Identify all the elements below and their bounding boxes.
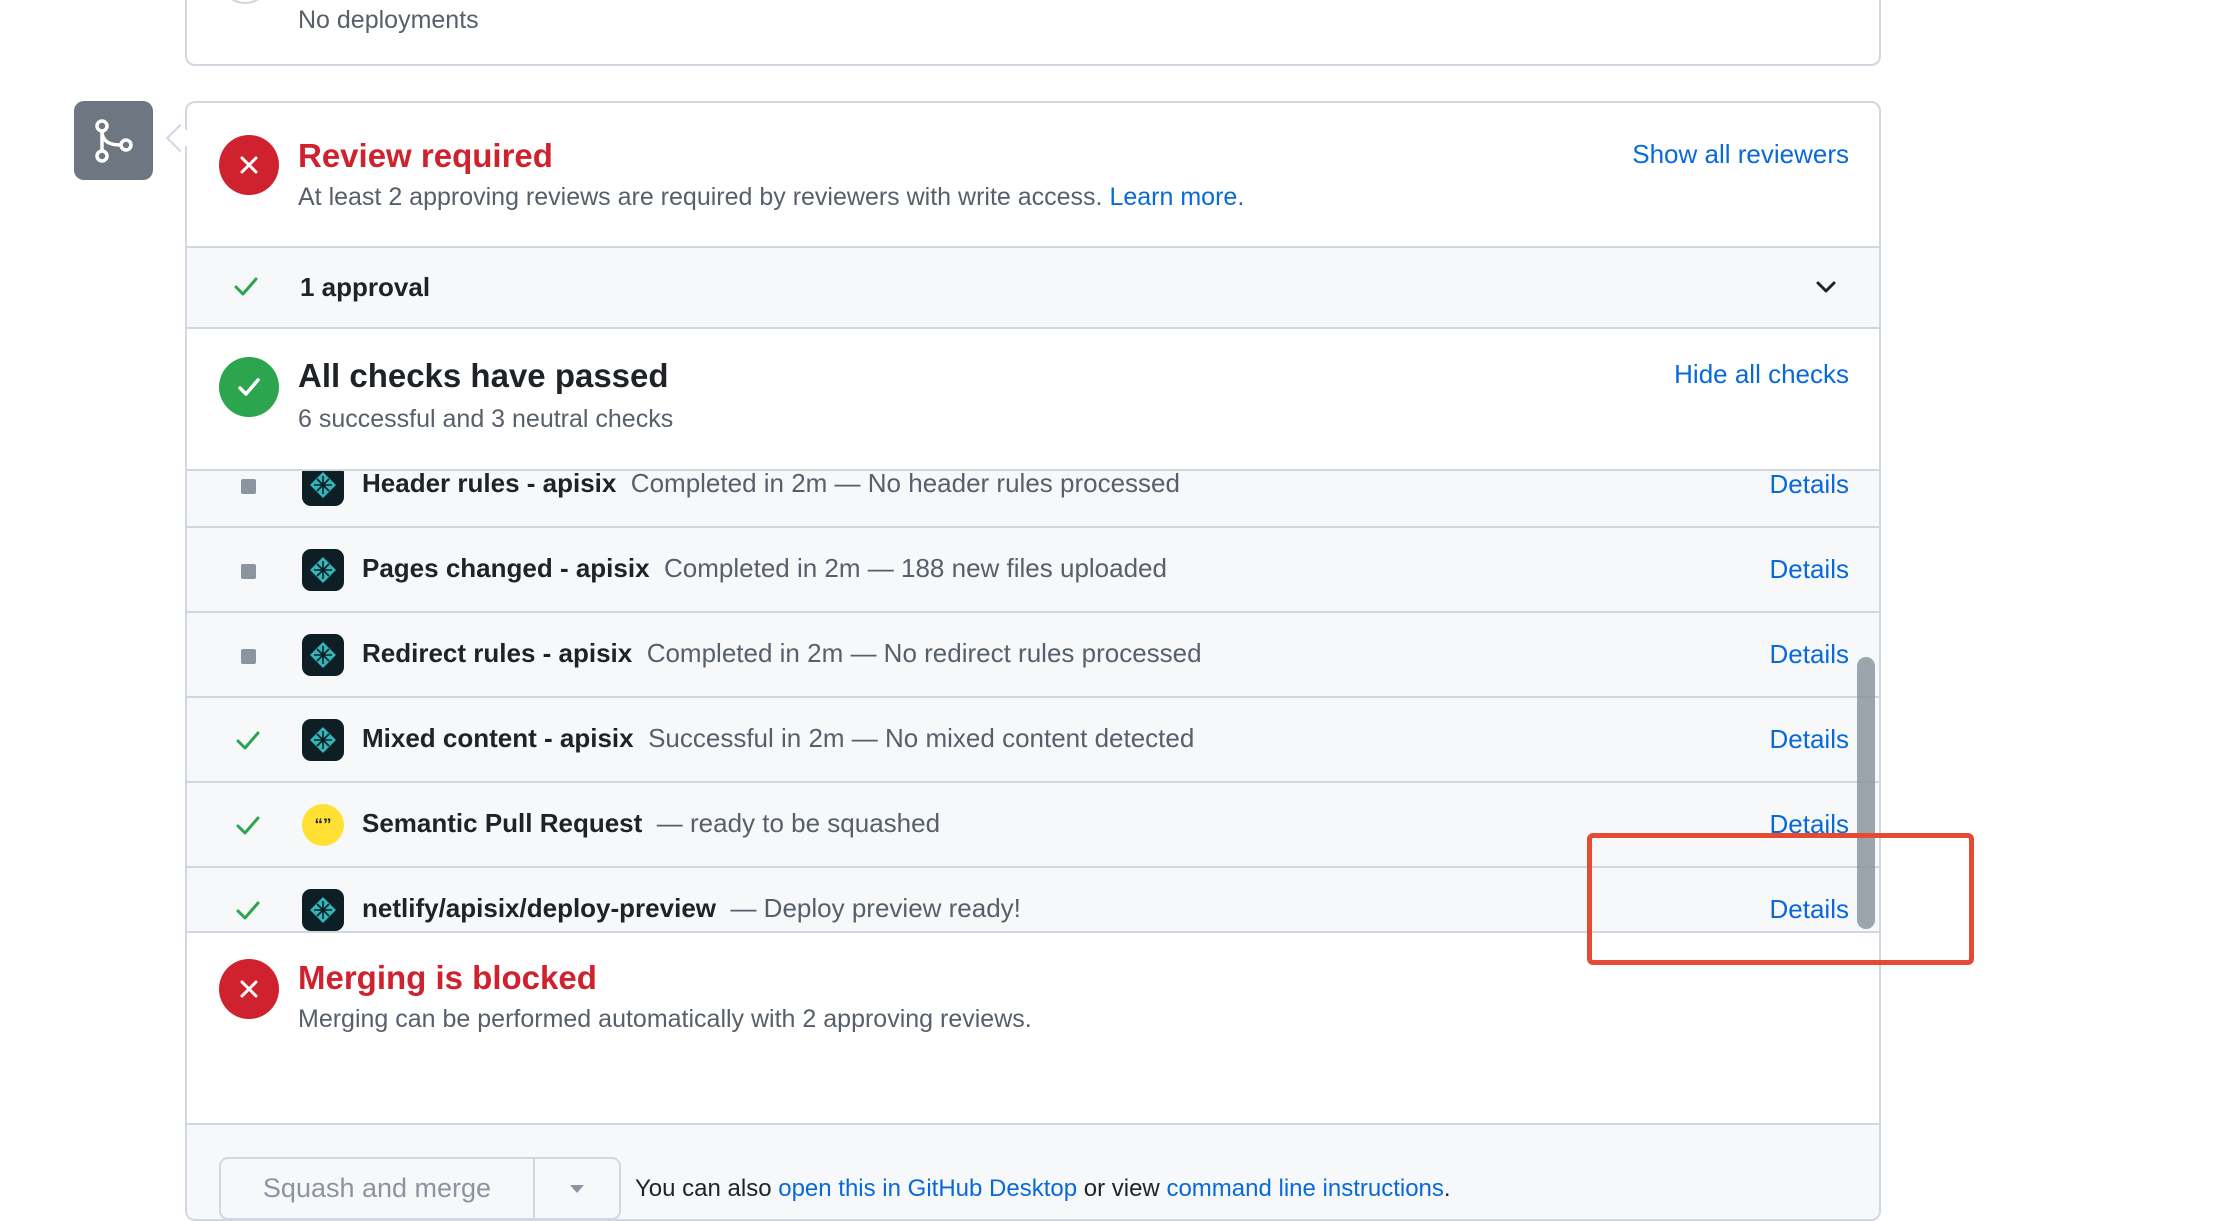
check-row: Header rules - apisix Completed in 2m — … — [187, 469, 1879, 528]
details-link[interactable]: Details — [1770, 724, 1849, 755]
semantic-pr-icon: “” — [302, 804, 344, 846]
check-name: Redirect rules - apisix Completed in 2m … — [362, 638, 1202, 669]
review-subtitle-text: At least 2 approving reviews are require… — [298, 183, 1103, 211]
merge-method-dropdown[interactable] — [535, 1159, 619, 1218]
neutral-status-icon — [241, 649, 256, 664]
netlify-icon — [302, 889, 344, 931]
check-description: — ready to be squashed — [656, 808, 941, 838]
check-icon — [236, 731, 260, 750]
approval-row[interactable]: 1 approval — [187, 246, 1879, 329]
merge-blocked-title: Merging is blocked — [298, 959, 597, 996]
chevron-down-icon[interactable] — [1813, 274, 1839, 300]
review-title: Review required — [298, 137, 553, 174]
x-circle-icon — [219, 135, 279, 195]
check-circle-icon — [219, 357, 279, 417]
check-title: Mixed content - apisix — [362, 723, 634, 753]
show-all-reviewers-link[interactable]: Show all reviewers — [1632, 139, 1849, 170]
check-icon — [234, 277, 258, 296]
check-row: Mixed content - apisix Successful in 2m … — [187, 698, 1879, 783]
check-icon — [236, 816, 260, 835]
learn-more-link[interactable]: Learn more. — [1109, 183, 1244, 211]
check-row: Pages changed - apisix Completed in 2m —… — [187, 528, 1879, 613]
merge-hint-middle: or view — [1083, 1175, 1160, 1202]
netlify-icon — [302, 634, 344, 676]
highlight-annotation — [1587, 833, 1974, 965]
neutral-status-icon — [241, 479, 256, 494]
merge-blocked-subtitle: Merging can be performed automatically w… — [298, 1005, 1032, 1033]
hide-all-checks-link[interactable]: Hide all checks — [1674, 359, 1849, 390]
check-icon — [236, 901, 260, 920]
merge-hint-prefix: You can also — [635, 1175, 772, 1202]
details-link[interactable]: Details — [1770, 554, 1849, 585]
x-circle-icon — [219, 959, 279, 1019]
checks-title: All checks have passed — [298, 357, 669, 394]
check-name: Pages changed - apisix Completed in 2m —… — [362, 553, 1167, 584]
check-title: Header rules - apisix — [362, 469, 617, 498]
netlify-icon — [302, 549, 344, 591]
check-name: Semantic Pull Request — ready to be squa… — [362, 808, 940, 839]
deployments-box: No deployments — [185, 0, 1881, 66]
checks-subtitle: 6 successful and 3 neutral checks — [298, 405, 674, 433]
review-subtitle: At least 2 approving reviews are require… — [298, 183, 1244, 212]
details-link[interactable]: Details — [1770, 639, 1849, 670]
check-description: Completed in 2m — No header rules proces… — [630, 469, 1180, 498]
merge-hint: You can also open this in GitHub Desktop… — [635, 1175, 1451, 1203]
open-github-desktop-link[interactable]: open this in GitHub Desktop — [778, 1175, 1077, 1202]
merge-hint-suffix: . — [1443, 1175, 1451, 1202]
check-description: — Deploy preview ready! — [730, 893, 1021, 923]
review-section: Review required At least 2 approving rev… — [187, 103, 1879, 246]
merge-action-area: Squash and merge You can also open this … — [187, 1123, 1879, 1219]
netlify-icon — [302, 471, 344, 506]
check-title: Pages changed - apisix — [362, 553, 650, 583]
checks-section: All checks have passed 6 successful and … — [187, 325, 1879, 469]
merge-status-box: Review required At least 2 approving rev… — [185, 101, 1881, 1221]
details-link[interactable]: Details — [1770, 471, 1849, 500]
check-title: Redirect rules - apisix — [362, 638, 633, 668]
squash-and-merge-button[interactable]: Squash and merge — [221, 1159, 535, 1218]
check-description: Completed in 2m — No redirect rules proc… — [646, 638, 1202, 668]
deployments-text: No deployments — [298, 6, 479, 34]
check-row: Redirect rules - apisix Completed in 2m … — [187, 613, 1879, 698]
check-name: Header rules - apisix Completed in 2m — … — [362, 469, 1180, 499]
netlify-icon — [302, 719, 344, 761]
deployment-status-icon — [219, 0, 271, 4]
caret-down-icon — [570, 1184, 584, 1193]
check-title: Semantic Pull Request — [362, 808, 643, 838]
check-description: Completed in 2m — 188 new files uploaded — [664, 553, 1167, 583]
approval-label: 1 approval — [300, 272, 431, 302]
check-name: Mixed content - apisix Successful in 2m … — [362, 723, 1194, 754]
command-line-instructions-link[interactable]: command line instructions — [1166, 1175, 1443, 1202]
merge-button-group: Squash and merge — [219, 1157, 621, 1219]
check-name: netlify/apisix/deploy-preview — Deploy p… — [362, 893, 1021, 924]
check-title: netlify/apisix/deploy-preview — [362, 893, 716, 923]
neutral-status-icon — [241, 564, 256, 579]
check-description: Successful in 2m — No mixed content dete… — [648, 723, 1195, 753]
git-merge-icon — [74, 101, 153, 180]
